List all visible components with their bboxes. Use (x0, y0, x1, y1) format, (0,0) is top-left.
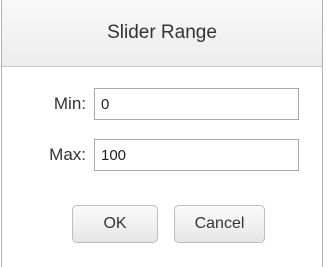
dialog-title-bar: Slider Range (2, 0, 322, 67)
cancel-button[interactable]: Cancel (174, 205, 265, 243)
min-label: Min: (53, 94, 86, 113)
min-row: Min: (2, 88, 322, 120)
max-label: Max: (49, 145, 86, 164)
ok-button[interactable]: OK (72, 205, 158, 243)
min-input[interactable] (94, 88, 299, 120)
max-input[interactable] (94, 139, 299, 171)
slider-range-dialog: Slider Range Min: Max: OK Cancel (1, 0, 323, 267)
dialog-title: Slider Range (107, 22, 217, 43)
max-row: Max: (2, 139, 322, 171)
